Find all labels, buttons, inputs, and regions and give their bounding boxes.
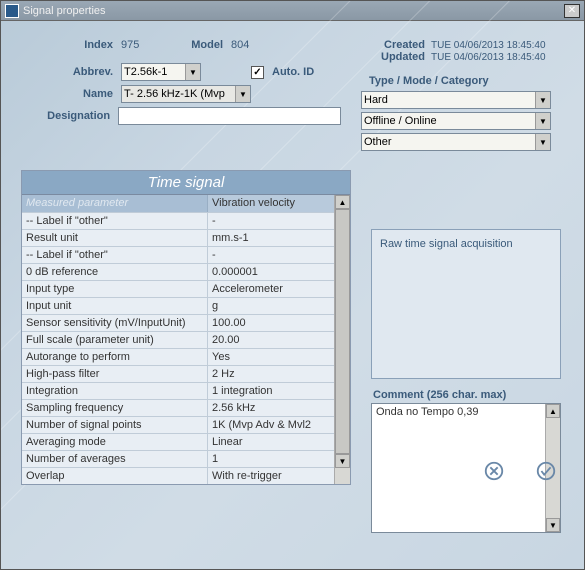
app-icon	[5, 4, 19, 18]
tmc-header: Type / Mode / Category	[369, 75, 561, 87]
time-signal-panel: Time signal Measured parameter-- Label i…	[21, 170, 351, 485]
comment-label: Comment (256 char. max)	[373, 389, 561, 401]
param-header-value: Vibration velocity	[207, 195, 334, 212]
chevron-down-icon: ▼	[535, 92, 550, 108]
param-label: Averaging mode	[22, 433, 207, 450]
param-label: Sensor sensitivity (mV/InputUnit)	[22, 314, 207, 331]
created-value: TUE 04/06/2013 18:45:40	[431, 40, 546, 51]
param-value[interactable]: Accelerometer	[207, 280, 334, 297]
param-label: Input type	[22, 280, 207, 297]
abbrev-value: T2.56k-1	[124, 66, 167, 78]
param-label: Autorange to perform	[22, 348, 207, 365]
scroll-thumb[interactable]	[335, 209, 350, 454]
type-select[interactable]: Hard ▼	[361, 91, 551, 109]
created-label: Created	[361, 39, 431, 51]
name-label: Name	[21, 88, 121, 100]
param-table: Measured parameter-- Label if "other"Res…	[22, 195, 350, 484]
param-value[interactable]: -	[207, 212, 334, 229]
param-value[interactable]: Linear	[207, 433, 334, 450]
param-value[interactable]: g	[207, 297, 334, 314]
param-label: Integration	[22, 382, 207, 399]
abbrev-label: Abbrev.	[21, 66, 121, 78]
chevron-down-icon: ▼	[535, 134, 550, 150]
param-value[interactable]: 100.00	[207, 314, 334, 331]
param-value[interactable]: mm.s-1	[207, 229, 334, 246]
titlebar: Signal properties ✕	[1, 1, 584, 21]
scroll-down-icon[interactable]: ▼	[546, 518, 560, 532]
param-value[interactable]: -	[207, 246, 334, 263]
autoid-label: Auto. ID	[272, 66, 314, 78]
designation-label: Designation	[21, 110, 118, 122]
mode-select[interactable]: Offline / Online ▼	[361, 112, 551, 130]
updated-label: Updated	[361, 51, 431, 63]
param-value[interactable]: 2.56 kHz	[207, 399, 334, 416]
param-value[interactable]: Yes	[207, 348, 334, 365]
param-label: Result unit	[22, 229, 207, 246]
name-combo[interactable]: T- 2.56 kHz-1K (Mvp ▼	[121, 85, 251, 103]
param-value[interactable]: 0.000001	[207, 263, 334, 280]
param-label: -- Label if "other"	[22, 212, 207, 229]
autoid-checkbox[interactable]: ✓	[251, 66, 264, 79]
acquisition-text: Raw time signal acquisition	[380, 238, 552, 250]
scroll-up-icon[interactable]: ▲	[335, 195, 350, 209]
chevron-down-icon: ▼	[235, 86, 250, 102]
chevron-down-icon: ▼	[535, 113, 550, 129]
param-value[interactable]: 1 integration	[207, 382, 334, 399]
param-label: 0 dB reference	[22, 263, 207, 280]
param-value[interactable]: 1	[207, 450, 334, 467]
param-label: -- Label if "other"	[22, 246, 207, 263]
name-value: T- 2.56 kHz-1K (Mvp	[124, 88, 225, 100]
category-select[interactable]: Other ▼	[361, 133, 551, 151]
acquisition-panel: Raw time signal acquisition	[371, 229, 561, 379]
model-value: 804	[231, 39, 249, 51]
window: Signal properties ✕ Index 975 Model 804 …	[0, 0, 585, 570]
param-label: Overlap	[22, 467, 207, 484]
designation-input[interactable]	[118, 107, 341, 125]
param-label: High-pass filter	[22, 365, 207, 382]
window-title: Signal properties	[23, 5, 564, 17]
scroll-down-icon[interactable]: ▼	[335, 454, 350, 468]
table-scrollbar[interactable]: ▲ ▼	[334, 195, 350, 484]
param-value[interactable]: 20.00	[207, 331, 334, 348]
abbrev-combo[interactable]: T2.56k-1 ▼	[121, 63, 201, 81]
param-value[interactable]: With re-trigger	[207, 467, 334, 484]
param-label: Full scale (parameter unit)	[22, 331, 207, 348]
param-label: Input unit	[22, 297, 207, 314]
param-label: Number of signal points	[22, 416, 207, 433]
close-button[interactable]: ✕	[564, 4, 580, 18]
param-value[interactable]: 2 Hz	[207, 365, 334, 382]
param-value[interactable]: 1K (Mvp Adv & Mvl2	[207, 416, 334, 433]
cancel-button[interactable]	[482, 459, 506, 483]
param-label: Number of averages	[22, 450, 207, 467]
time-signal-title: Time signal	[22, 171, 350, 195]
index-value: 975	[121, 39, 181, 51]
scroll-up-icon[interactable]: ▲	[546, 404, 560, 418]
chevron-down-icon: ▼	[185, 64, 200, 80]
index-label: Index	[21, 39, 121, 51]
model-label: Model	[181, 39, 231, 51]
ok-button[interactable]	[534, 459, 558, 483]
param-label: Sampling frequency	[22, 399, 207, 416]
updated-value: TUE 04/06/2013 18:45:40	[431, 52, 546, 63]
param-header-label: Measured parameter	[22, 195, 207, 212]
